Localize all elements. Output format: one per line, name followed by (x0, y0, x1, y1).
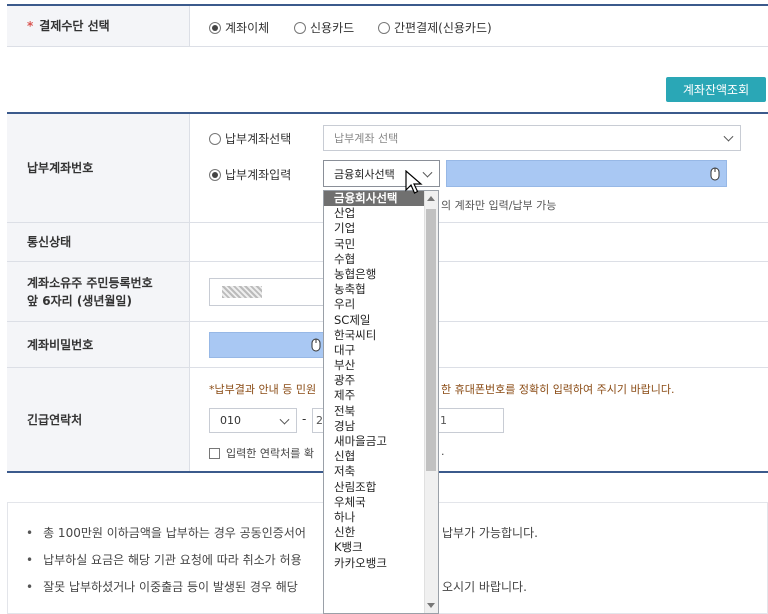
bank-option[interactable]: 농협은행 (324, 267, 438, 282)
radio-account-input[interactable]: 납부계좌입력 (209, 166, 291, 183)
bank-option[interactable]: 농축협 (324, 282, 438, 297)
note-3: 잘못 납부하셨거나 이중출금 등이 발생된 경우 해당 (26, 578, 298, 595)
account-label-cell: 납부계좌번호 (7, 114, 189, 222)
phone-prefix-select[interactable]: 010 (209, 408, 297, 433)
phone-separator: - (302, 412, 307, 426)
masked-value (222, 286, 262, 298)
emergency-label-cell: 긴급연락처 (7, 368, 189, 471)
bank-option[interactable]: 신협 (324, 449, 438, 464)
bank-option[interactable]: 카카오뱅크 (324, 556, 438, 571)
balance-inquiry-button[interactable]: 계좌잔액조회 (666, 77, 766, 102)
password-label: 계좌비밀번호 (27, 337, 94, 352)
radio-easy-pay[interactable]: 간편결제(신용카드) (378, 19, 492, 36)
bank-dropdown-list[interactable]: 금융회사선택 산업 기업 국민 수협 농협은행 농축협 우리 SC제일 한국씨티 대구 부산 광주 제주 전… (323, 190, 439, 614)
bank-option[interactable]: K뱅크 (324, 540, 438, 555)
password-input[interactable] (209, 332, 324, 358)
account-hint: 의 계좌만 입력/납부 가능 (441, 199, 557, 212)
comm-label: 통신상태 (27, 235, 72, 249)
dropdown-scrollbar[interactable] (424, 191, 438, 613)
bank-option[interactable]: 신한 (324, 525, 438, 540)
required-mark: * (27, 19, 34, 33)
bank-option[interactable]: SC제일 (324, 313, 438, 328)
chevron-down-icon (723, 131, 734, 142)
owner-birth-input[interactable] (209, 278, 324, 306)
bank-option[interactable]: 광주 (324, 373, 438, 388)
phone-last-input[interactable]: 1 (429, 408, 504, 433)
bank-option[interactable]: 한국씨티 (324, 328, 438, 343)
account-number-input[interactable] (446, 160, 727, 187)
bank-option[interactable]: 대구 (324, 343, 438, 358)
account-select-dropdown[interactable]: 납부계좌 선택 (323, 125, 741, 151)
radio-bank-transfer[interactable]: 계좌이체 (209, 19, 269, 36)
bank-options: 금융회사선택 산업 기업 국민 수협 농협은행 농축협 우리 SC제일 한국씨티 대구 부산 광주 제주 전… (324, 191, 438, 571)
column-divider (189, 114, 190, 471)
emergency-notice-left: *납부결과 안내 등 민원 (209, 383, 317, 396)
note-2: 납부하실 요금은 해당 기관 요청에 따라 취소가 허용 (26, 551, 302, 568)
mouse-icon (710, 167, 720, 181)
scroll-down-arrow-icon[interactable] (427, 603, 435, 608)
bank-option[interactable]: 기업 (324, 221, 438, 236)
bank-option[interactable]: 새마을금고 (324, 434, 438, 449)
bank-option[interactable]: 수협 (324, 252, 438, 267)
account-label: 납부계좌번호 (27, 161, 94, 175)
confirm-contact-tail: . (441, 445, 445, 458)
mouse-pointer-icon (405, 170, 423, 194)
chevron-down-icon (279, 414, 290, 425)
radio-account-select[interactable]: 납부계좌선택 (209, 130, 291, 147)
payment-method-label-cell: * 결제수단 선택 (7, 6, 189, 46)
owner-label-line1: 계좌소유주 주민등록번호 (27, 275, 153, 290)
payment-method-label: 결제수단 선택 (39, 19, 110, 33)
checkbox-icon (209, 448, 220, 459)
bank-option[interactable]: 산업 (324, 206, 438, 221)
confirm-contact-checkbox[interactable]: 입력한 연락처를 확 (209, 445, 314, 461)
bank-option[interactable]: 우체국 (324, 495, 438, 510)
emergency-notice-right: 한 휴대폰번호를 정확히 입력하여 주시기 바랍니다. (441, 383, 675, 396)
note-3-tail: 오시기 바랍니다. (442, 580, 527, 594)
bank-option[interactable]: 저축 (324, 464, 438, 479)
chevron-down-icon (422, 167, 433, 178)
scrollbar-thumb[interactable] (426, 209, 436, 471)
bank-option[interactable]: 우리 (324, 297, 438, 312)
divider (7, 46, 768, 47)
bank-option[interactable]: 국민 (324, 237, 438, 252)
radio-icon (378, 22, 390, 34)
bank-option[interactable]: 하나 (324, 510, 438, 525)
column-divider (189, 6, 190, 46)
owner-label-cell: 계좌소유주 주민등록번호 앞 6자리 (생년월일) (7, 262, 189, 321)
emergency-label: 긴급연락처 (27, 412, 83, 427)
bank-option[interactable]: 산림조합 (324, 480, 438, 495)
bank-option[interactable]: 전북 (324, 404, 438, 419)
radio-icon (209, 22, 221, 34)
comm-label-cell: 통신상태 (7, 223, 189, 261)
owner-label-line2: 앞 6자리 (생년월일) (27, 293, 132, 308)
radio-icon (209, 133, 221, 145)
radio-icon (294, 22, 306, 34)
mouse-icon (311, 338, 321, 352)
radio-icon (209, 169, 221, 181)
password-label-cell: 계좌비밀번호 (7, 322, 189, 367)
bank-option[interactable]: 제주 (324, 388, 438, 403)
note-1-tail: 납부가 가능합니다. (442, 526, 538, 540)
bank-option[interactable]: 경남 (324, 419, 438, 434)
note-1: 총 100만원 이하금액을 납부하는 경우 공동인증서어 (26, 524, 306, 541)
bank-option[interactable]: 부산 (324, 358, 438, 373)
radio-credit-card[interactable]: 신용카드 (294, 19, 354, 36)
scroll-up-arrow-icon[interactable] (427, 196, 435, 201)
